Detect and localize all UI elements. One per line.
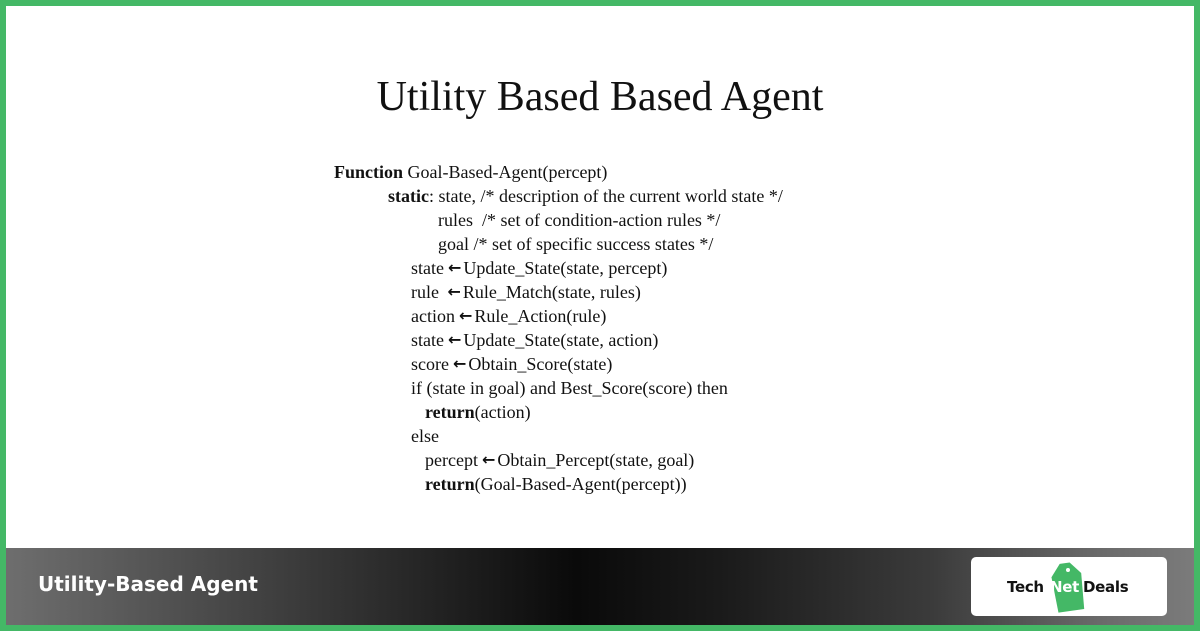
slide-title: Utility Based Based Agent [376,74,824,120]
code-rhs: Rule_Action(rule) [474,306,607,326]
logo-text-tech: Tech [1007,578,1044,596]
code-lhs: action [411,306,455,326]
left-arrow-icon: ← [448,258,462,277]
code-line: return(Goal-Based-Agent(percept)) [425,472,687,496]
code-rhs: Update_State(state, action) [463,330,659,350]
code-lhs: percept [425,450,478,470]
code-text: (action) [474,402,531,422]
code-line: Function Goal-Based-Agent(percept) [334,160,607,184]
left-arrow-icon: ← [481,450,496,469]
code-line: if (state in goal) and Best_Score(score)… [411,376,728,400]
code-text: Goal-Based-Agent(percept) [403,162,608,182]
code-lhs: rule [411,282,444,302]
banner-title: Utility-Based Agent [38,572,258,596]
code-line: goal /* set of specific success states *… [438,232,713,256]
price-tag-hole [1066,568,1070,572]
code-rhs: Update_State(state, percept) [463,258,668,278]
code-keyword: static [388,186,429,206]
footer-banner: Utility-Based Agent Tech Net Deals [6,548,1194,625]
code-keyword: return [425,402,475,422]
logo-text-deals: Deals [1083,578,1129,596]
code-lhs: state [411,330,444,350]
left-arrow-icon: ← [452,354,467,373]
left-arrow-icon: ← [458,306,473,325]
code-lhs: state [411,258,444,278]
code-text: else [411,426,439,446]
code-text: (Goal-Based-Agent(percept)) [474,474,687,494]
logo-text-net: Net [1050,578,1079,596]
code-keyword: return [425,474,475,494]
code-text: if (state in goal) and Best_Score(score)… [411,378,728,398]
left-arrow-icon: ← [447,282,461,301]
code-text: : state, /* description of the current w… [428,186,783,206]
code-lhs: score [411,354,449,374]
code-line: percept ← Obtain_Percept(state, goal) [425,448,694,472]
code-rhs: Obtain_Score(state) [468,354,613,374]
code-line: rules /* set of condition-action rules *… [438,208,720,232]
code-rhs: Rule_Match(state, rules) [462,282,641,302]
code-line: static: state, /* description of the cur… [388,184,783,208]
code-line: score ← Obtain_Score(state) [411,352,612,376]
code-rhs: Obtain_Percept(state, goal) [497,450,695,470]
code-line: return(action) [425,400,531,424]
code-line: action ← Rule_Action(rule) [411,304,606,328]
code-line: rule ← Rule_Match(state, rules) [411,280,641,304]
logo-box[interactable]: Tech Net Deals [971,557,1167,616]
technetdeals-logo[interactable]: Tech Net Deals [1007,557,1137,616]
code-text: goal /* set of specific success states *… [438,234,714,254]
code-line: state ← Update_State(state, percept) [411,256,667,280]
code-line: state ← Update_State(state, action) [411,328,658,352]
code-text: rules /* set of condition-action rules *… [438,210,721,230]
code-keyword: Function [334,162,404,182]
code-line: else [411,424,439,448]
left-arrow-icon: ← [448,330,462,349]
